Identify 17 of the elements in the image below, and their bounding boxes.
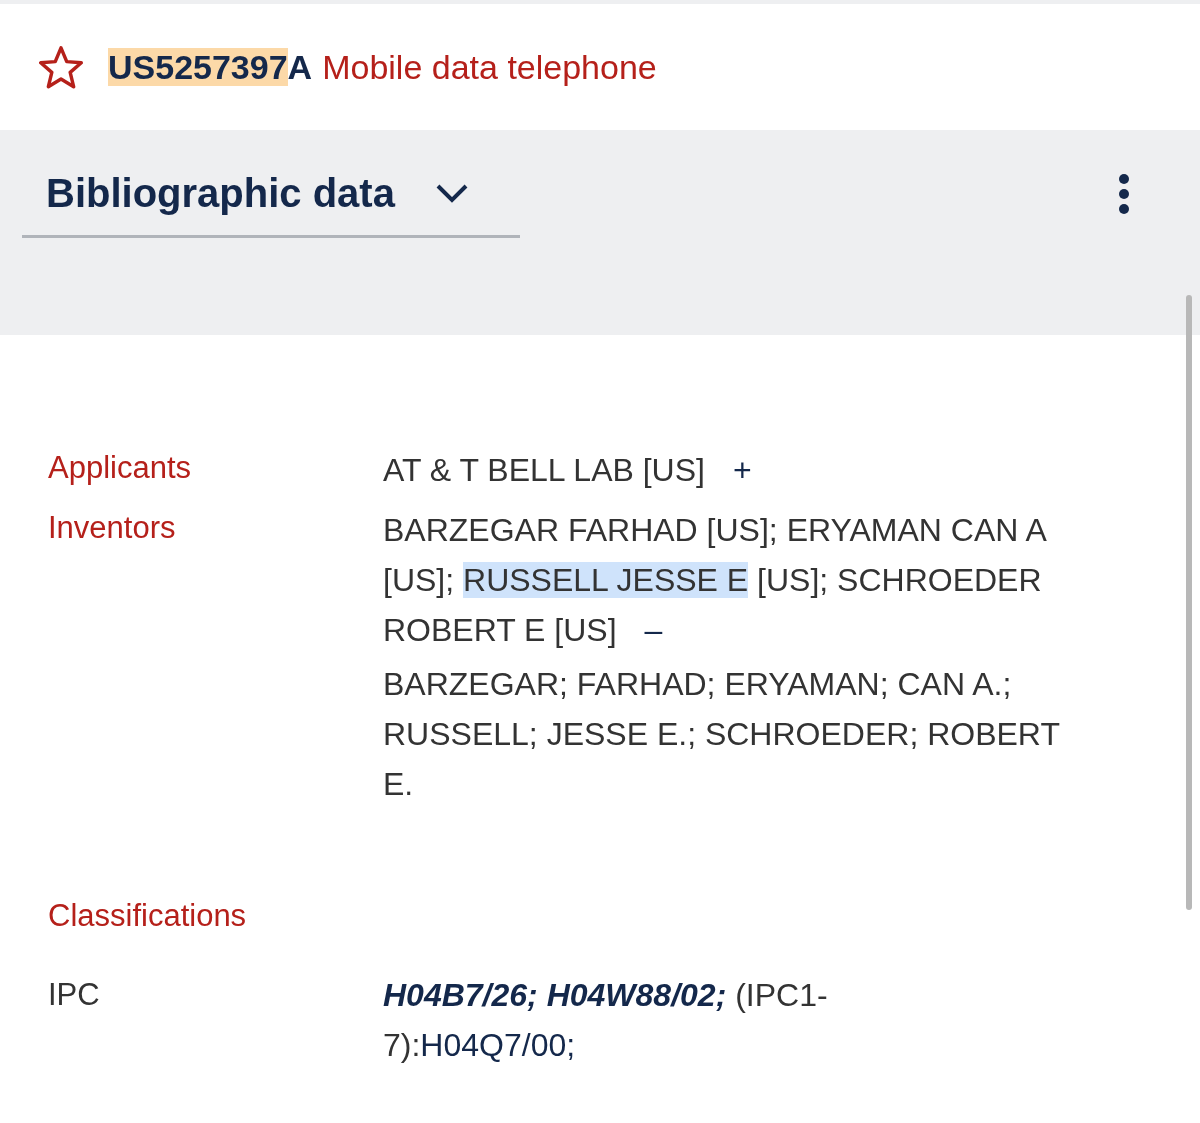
field-label: IPC — [47, 975, 101, 1014]
section-tab[interactable]: Bibliographic data — [22, 150, 520, 238]
more-options-icon[interactable] — [1118, 174, 1130, 214]
patent-number: US5257397A — [108, 46, 313, 88]
toggle-button[interactable]: + — [732, 445, 752, 495]
toggle-button[interactable]: – — [644, 605, 663, 655]
patent-title[interactable]: Mobile data telephone — [322, 41, 657, 93]
field-value: BARZEGAR FARHAD [US]; ERYAMAN CAN A [US]; RUSSELL JESSE E [US]; SCHROEDER ROBERT E [US] – — [383, 505, 1093, 655]
field-value: AT & T BELL LAB [US] + — [383, 445, 1093, 495]
section-heading: Classifications — [47, 897, 248, 935]
field-label: Applicants — [47, 449, 193, 487]
classification-value: H04B7/26; H04W88/02; (IPC1-7):H04Q7/00; — [383, 975, 829, 1065]
field-value: BARZEGAR; FARHAD; ERYAMAN; CAN A.; RUSSELL; JESSE E.; SCHROEDER; ROBERT E. — [383, 665, 1061, 804]
chevron-icon[interactable] — [434, 182, 469, 203]
scrollbar[interactable] — [1186, 295, 1192, 910]
field-label: Inventors — [47, 509, 177, 547]
star-icon[interactable] — [38, 45, 84, 89]
